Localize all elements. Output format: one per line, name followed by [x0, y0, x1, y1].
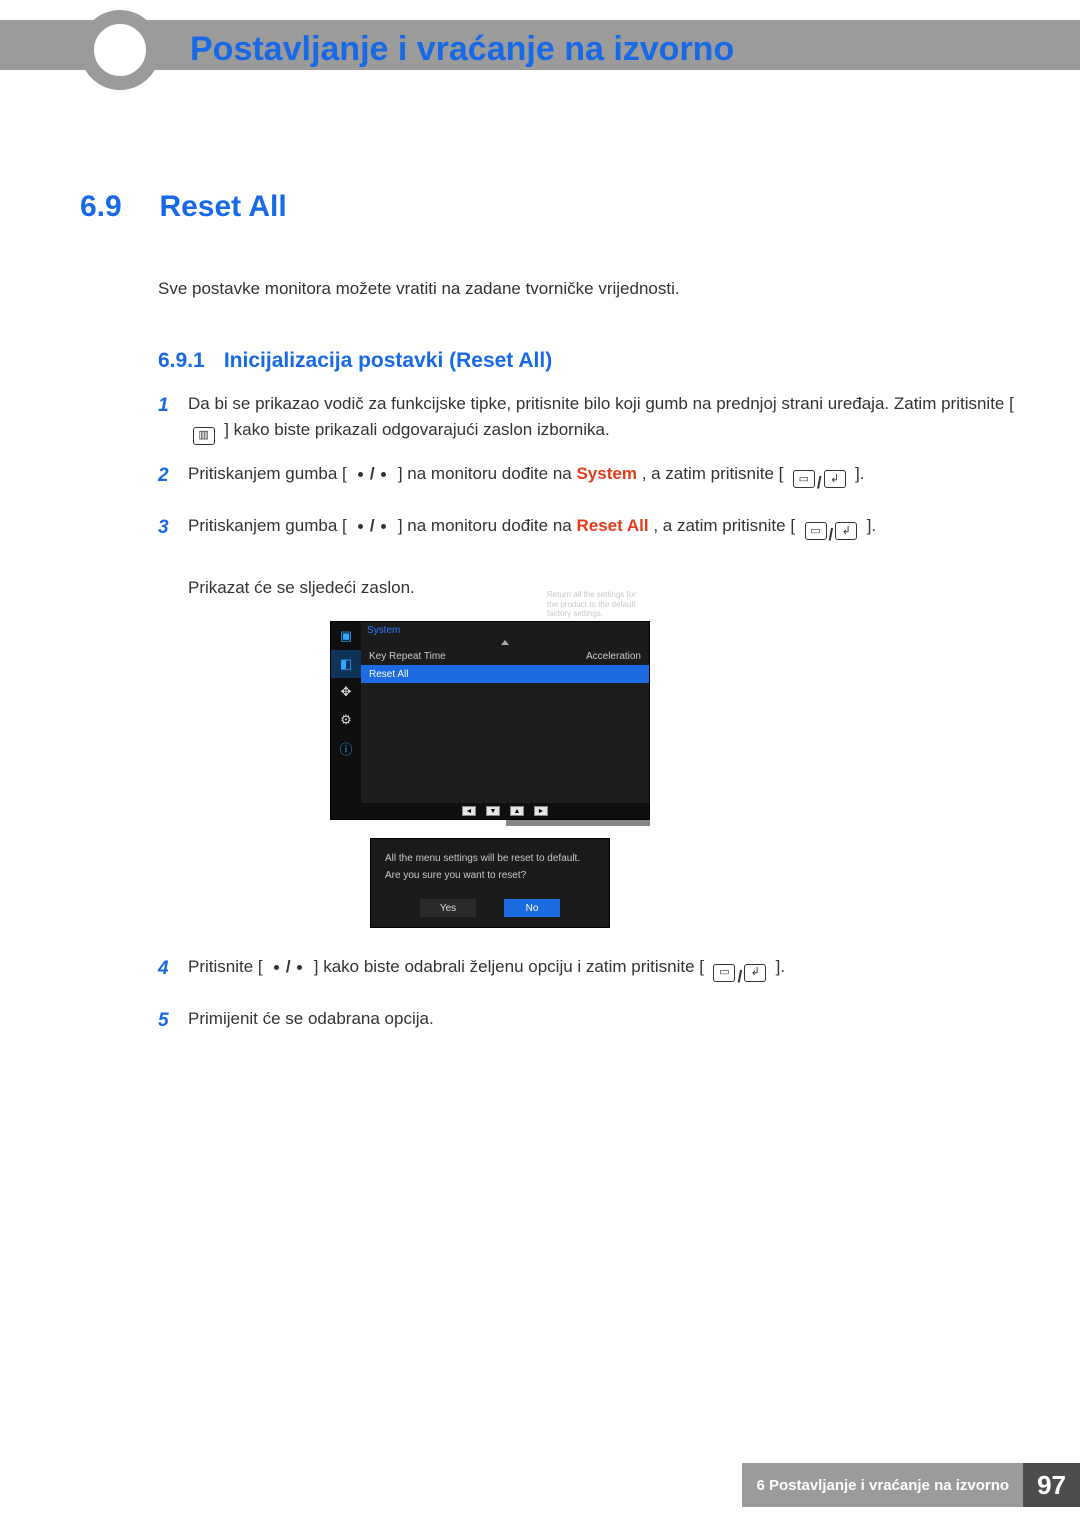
osd-sidebar: ▣ ◧ ✥ ⚙ ⓘ [331, 622, 361, 819]
osd-nav: ◄ ▼ ▲ ► [361, 803, 649, 819]
step-number: 2 [158, 461, 188, 497]
subsection-title: Inicijalizacija postavki (Reset All) [224, 349, 552, 372]
osd-row-key-repeat: Key Repeat Time Acceleration [361, 647, 649, 665]
gear-icon: ⚙ [331, 706, 361, 734]
confirm-icon: ▭/↲ [713, 964, 766, 990]
osd-row-reset-all: Reset All [361, 665, 649, 683]
step-4: 4 Pritisnite [ / ] kako biste odabrali ž… [158, 954, 1020, 990]
dot-icon [297, 965, 302, 970]
section-intro: Sve postavke monitora možete vratiti na … [158, 279, 1020, 299]
menu-icon: ▥ [193, 427, 215, 445]
step-number: 5 [158, 1006, 188, 1035]
dialog-line2: Are you sure you want to reset? [385, 870, 595, 881]
section-number: 6.9 [80, 190, 155, 224]
step-number: 4 [158, 954, 188, 990]
nav-right-icon: ► [534, 806, 548, 816]
step-3: 3 Pritiskanjem gumba [ / ] na monitoru d… [158, 513, 1020, 602]
chapter-badge [80, 10, 160, 90]
step-1: 1 Da bi se prikazao vodič za funkcijske … [158, 391, 1020, 445]
dot-icon [381, 524, 386, 529]
step-number: 3 [158, 513, 188, 602]
confirm-icon: ▭/↲ [793, 470, 846, 496]
dialog-no-button: No [504, 899, 560, 917]
display-icon: ▣ [331, 622, 361, 650]
subsection-number: 6.9.1 [158, 349, 218, 373]
confirm-dialog: All the menu settings will be reset to d… [370, 838, 610, 928]
pip-icon: ◧ [331, 650, 361, 678]
info-icon: ⓘ [331, 734, 361, 762]
dot-icon [381, 472, 386, 477]
osd-screenshot: ▣ ◧ ✥ ⚙ ⓘ Return all the settings for th… [330, 621, 650, 826]
footer-page-number: 97 [1023, 1463, 1080, 1507]
step-number: 1 [158, 391, 188, 445]
chapter-title: Postavljanje i vraćanje na izvorno [190, 30, 734, 69]
osd-help-text: Return all the settings for the product … [547, 590, 645, 619]
dot-icon [274, 965, 279, 970]
step-5: 5 Primijenit će se odabrana opcija. [158, 1006, 1020, 1035]
dialog-yes-button: Yes [420, 899, 476, 917]
step-2: 2 Pritiskanjem gumba [ / ] na monitoru d… [158, 461, 1020, 497]
dot-icon [358, 472, 363, 477]
steps-list: 1 Da bi se prikazao vodič za funkcijske … [158, 391, 1020, 601]
section-title: Reset All [159, 190, 286, 224]
manual-page: Postavljanje i vraćanje na izvorno 6.9 R… [0, 0, 1080, 1527]
osd-scroll-up [361, 638, 649, 647]
keyword-reset-all: Reset All [576, 516, 648, 535]
nav-up-icon: ▲ [510, 806, 524, 816]
nav-left-icon: ◄ [462, 806, 476, 816]
nav-down-icon: ▼ [486, 806, 500, 816]
page-footer: 6 Postavljanje i vraćanje na izvorno 97 [742, 1463, 1080, 1507]
confirm-icon: ▭/↲ [805, 522, 858, 548]
dot-icon [358, 524, 363, 529]
subsection-heading: 6.9.1 Inicijalizacija postavki (Reset Al… [158, 349, 1020, 373]
keyword-system: System [576, 464, 636, 483]
content: 6.9 Reset All Sve postavke monitora može… [80, 190, 1020, 1052]
section-heading: 6.9 Reset All [80, 190, 1020, 224]
dialog-line1: All the menu settings will be reset to d… [385, 853, 595, 864]
osd-progress-bar [330, 820, 650, 826]
footer-chapter-label: 6 Postavljanje i vraćanje na izvorno [742, 1463, 1023, 1507]
steps-list-cont: 4 Pritisnite [ / ] kako biste odabrali ž… [158, 954, 1020, 1035]
position-icon: ✥ [331, 678, 361, 706]
osd-title: System [361, 622, 649, 638]
